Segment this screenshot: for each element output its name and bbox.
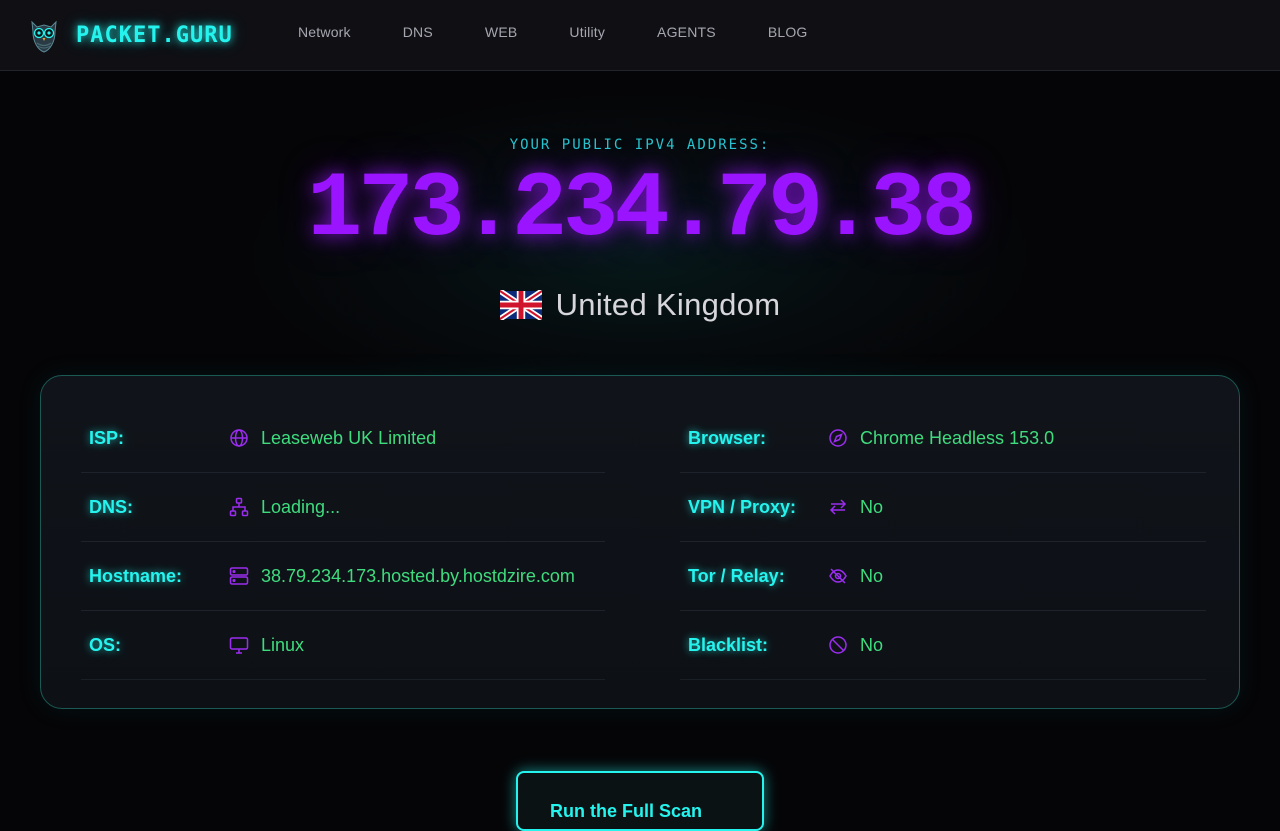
browser-label: Browser: [688,428,767,448]
browser-value: Chrome Headless 153.0 [860,428,1055,448]
arrows-swap-icon [829,499,847,515]
ban-icon [829,636,847,654]
nav-network[interactable]: Network [298,24,351,40]
owl-icon [31,20,57,53]
info-column-left: ISP: Leaseweb UK Limited DNS: Loading...… [81,404,605,680]
info-row-blacklist: Blacklist: No [680,611,1206,680]
globe-icon [230,429,248,447]
info-row-tor: Tor / Relay: No [680,542,1206,611]
tor-label: Tor / Relay: [688,566,785,586]
blacklist-value: No [860,635,884,655]
dns-label: DNS: [89,497,133,517]
info-row-hostname: Hostname: 38.79.234.173.hosted.by.hostdz… [81,542,605,611]
blacklist-label: Blacklist: [688,635,769,655]
brand-name: PACKET.GURU [76,22,233,48]
os-label: OS: [89,635,122,655]
info-row-os: OS: Linux [81,611,605,680]
main-menu: Network DNS WEB Utility AGENTS BLOG [298,24,860,40]
vpn-label: VPN / Proxy: [688,497,797,517]
site-logo[interactable]: PACKET.GURU [28,16,233,54]
hostname-label: Hostname: [89,566,183,586]
nav-dns[interactable]: DNS [403,24,433,40]
nav-blog[interactable]: BLOG [768,24,808,40]
info-row-vpn: VPN / Proxy: No [680,473,1206,542]
info-row-dns: DNS: Loading... [81,473,605,542]
uk-flag-icon [499,290,542,320]
info-column-right: Browser: Chrome Headless 153.0 VPN / Pro… [680,404,1206,680]
full-scan-button[interactable]: Run the Full Scan [516,771,764,831]
info-row-isp: ISP: Leaseweb UK Limited [81,404,605,473]
isp-label: ISP: [89,428,125,448]
vpn-value: No [860,497,884,517]
country-name: United Kingdom [555,287,781,322]
top-nav: PACKET.GURU Network DNS WEB Utility AGEN… [0,0,1280,71]
tor-value: No [860,566,884,586]
isp-value: Leaseweb UK Limited [261,428,437,448]
network-icon [229,497,249,517]
os-value: Linux [261,635,305,655]
country-display: United Kingdom [0,287,1280,323]
server-icon [229,567,249,585]
ip-caption: YOUR PUBLIC IPV4 ADDRESS: [509,137,771,153]
monitor-icon [229,637,249,654]
nav-web[interactable]: WEB [485,24,518,40]
nav-agents[interactable]: AGENTS [657,24,716,40]
nav-utility[interactable]: Utility [569,24,605,40]
hostname-value: 38.79.234.173.hosted.by.hostdzire.com [261,566,575,586]
compass-icon [829,429,847,447]
ip-address[interactable]: 173.234.79.38 [0,160,1280,260]
eye-off-icon [829,568,847,584]
ip-info-card: ISP: Leaseweb UK Limited DNS: Loading...… [40,375,1240,709]
dns-value: Loading... [261,497,341,517]
info-row-browser: Browser: Chrome Headless 153.0 [680,404,1206,473]
